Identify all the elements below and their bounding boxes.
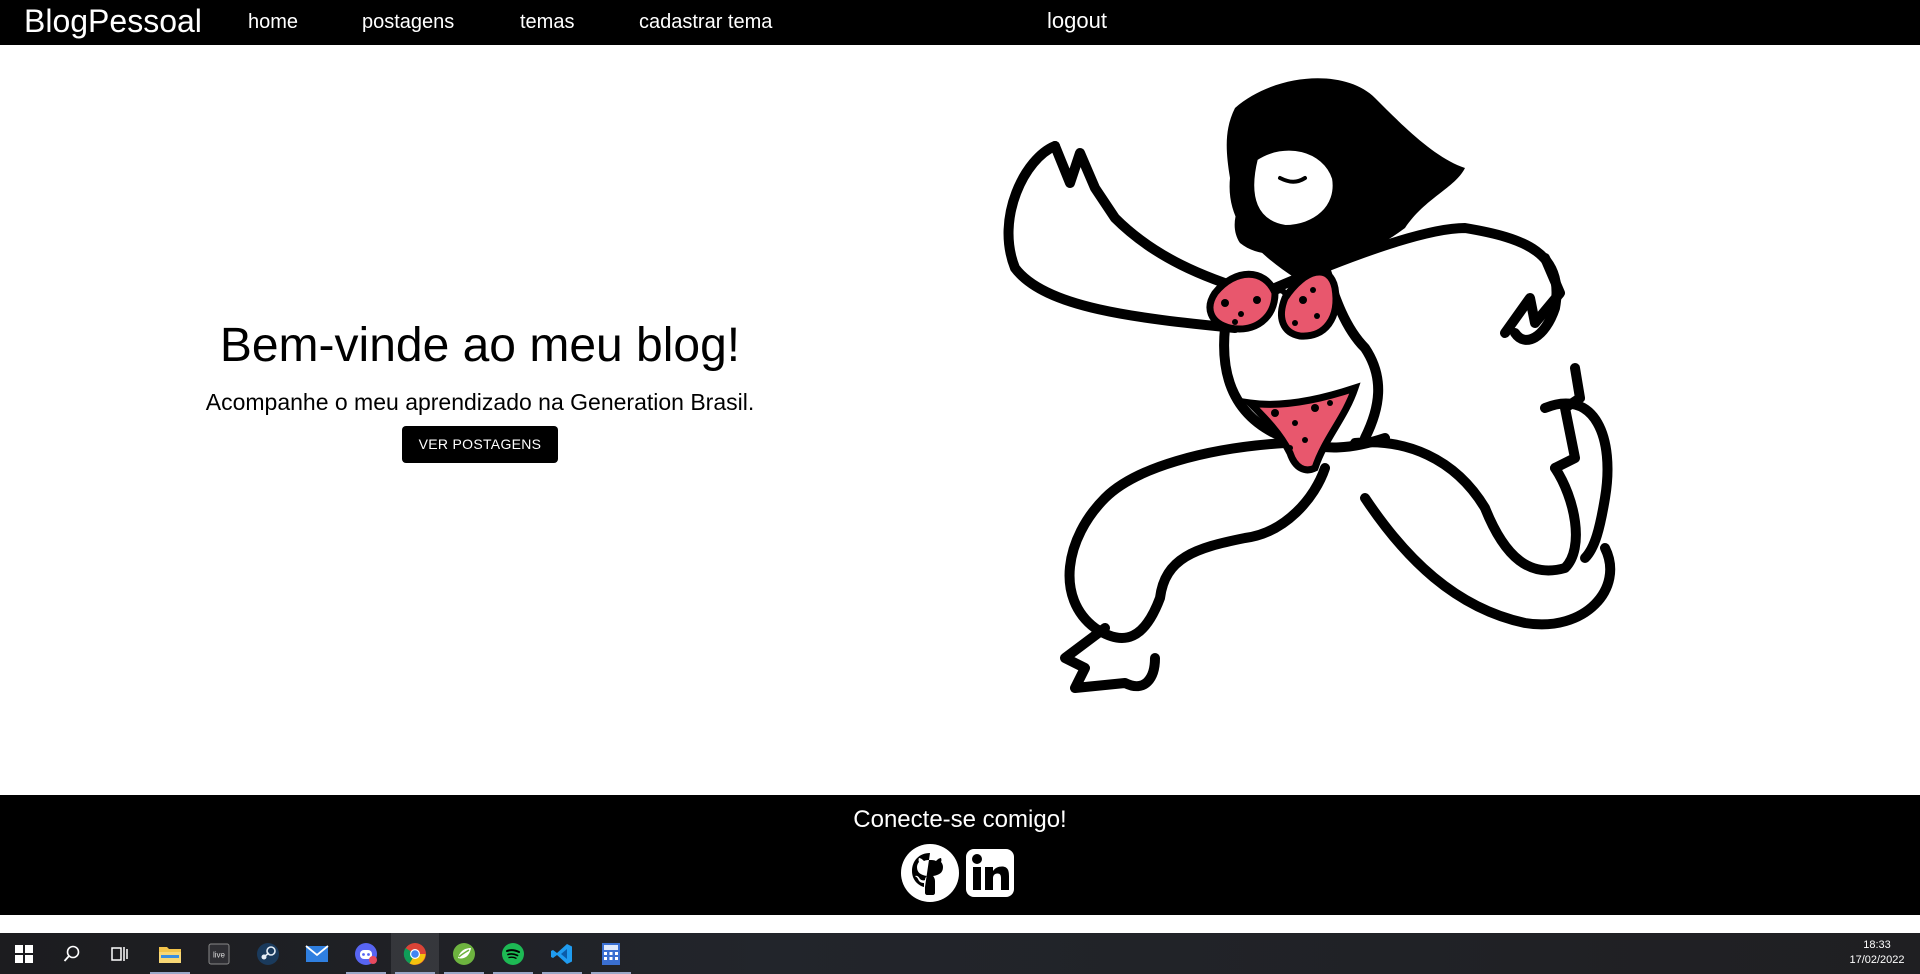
- nav-link-temas[interactable]: temas: [520, 10, 574, 34]
- github-icon[interactable]: [900, 843, 960, 903]
- linkedin-icon[interactable]: [965, 848, 1015, 898]
- spotify-icon[interactable]: [489, 933, 537, 974]
- brand-logo[interactable]: BlogPessoal: [24, 2, 202, 40]
- clock-time: 18:33: [1863, 939, 1891, 951]
- chrome-icon[interactable]: [391, 933, 439, 974]
- hero-title: Bem-vinde ao meu blog!: [219, 319, 741, 372]
- dancing-figure-illustration: [1003, 78, 1616, 693]
- discord-icon[interactable]: [342, 933, 390, 974]
- footer: Conecte-se comigo!: [0, 795, 1920, 915]
- steam-icon[interactable]: [244, 933, 292, 974]
- clock-date: 17/02/2022: [1849, 954, 1905, 966]
- nav-link-cadastrar-tema[interactable]: cadastrar tema: [639, 10, 772, 34]
- hero-subtitle: Acompanhe o meu aprendizado na Generatio…: [205, 389, 755, 415]
- live-icon[interactable]: live: [195, 933, 243, 974]
- system-clock[interactable]: 18:33 17/02/2022: [1842, 938, 1912, 968]
- ver-postagens-button[interactable]: VER POSTAGENS: [402, 426, 558, 463]
- hero-section: Bem-vinde ao meu blog! Acompanhe o meu a…: [160, 316, 800, 463]
- file-explorer-icon[interactable]: [146, 933, 194, 974]
- navbar: BlogPessoal home postagens temas cadastr…: [0, 0, 1920, 45]
- search-icon[interactable]: [48, 933, 96, 974]
- calculator-icon[interactable]: [587, 933, 635, 974]
- windows-start-icon[interactable]: [0, 933, 48, 974]
- task-view-icon[interactable]: [96, 933, 144, 974]
- footer-title: Conecte-se comigo!: [853, 806, 1067, 833]
- nav-link-logout[interactable]: logout: [1047, 9, 1107, 33]
- spring-icon[interactable]: [440, 933, 488, 974]
- nav-link-home[interactable]: home: [248, 10, 298, 34]
- mail-icon[interactable]: [293, 933, 341, 974]
- vscode-icon[interactable]: [538, 933, 586, 974]
- nav-link-postagens[interactable]: postagens: [362, 10, 454, 34]
- windows-taskbar: live 18:33 17/02/2022: [0, 933, 1920, 974]
- svg-text:live: live: [213, 950, 226, 959]
